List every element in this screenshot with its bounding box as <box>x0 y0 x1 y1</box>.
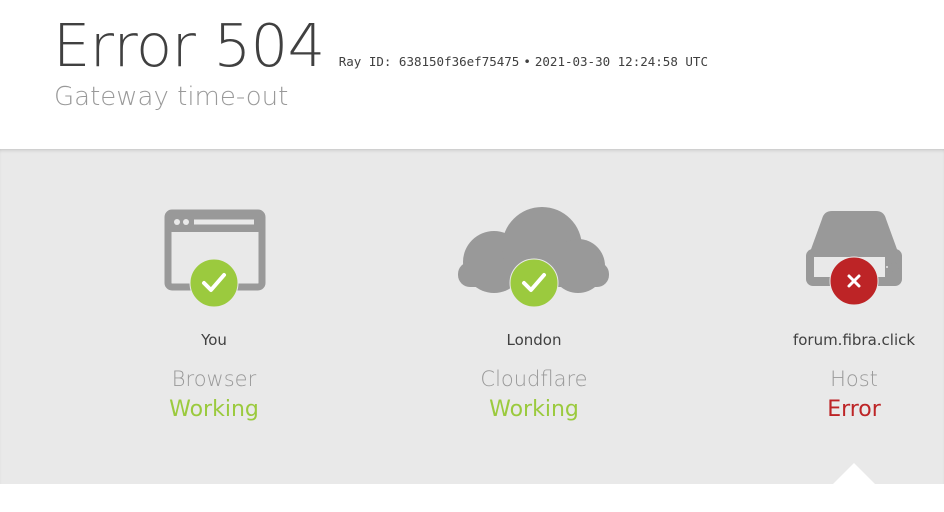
error-timestamp: 2021-03-30 12:24:58 UTC <box>534 54 708 69</box>
ray-id: Ray ID: 638150f36ef75475 <box>338 54 520 69</box>
cloudflare-node: London Cloudflare Working <box>414 149 654 484</box>
host-status: Error <box>827 397 881 422</box>
browser-label: Browser <box>171 367 257 391</box>
ray-separator: • <box>523 54 531 69</box>
server-icon <box>806 211 902 306</box>
browser-node: You Browser Working <box>94 149 334 484</box>
check-icon <box>189 258 239 308</box>
browser-icon <box>164 209 266 308</box>
browser-status-icon <box>94 204 334 314</box>
error-x-icon <box>829 256 879 306</box>
title-row: Error 504 Ray ID: 638150f36ef75475 • 2021-… <box>53 12 708 80</box>
host-status-icon <box>734 204 944 314</box>
browser-status: Working <box>169 397 259 422</box>
check-icon <box>509 258 559 308</box>
status-diagram: You Browser Working London Cloudflare Wo… <box>0 149 944 484</box>
cloud-icon <box>458 207 609 308</box>
footer-area <box>0 484 944 512</box>
error-title: Error 504 <box>53 11 325 80</box>
host-label: Host <box>830 367 878 391</box>
cloudflare-status: Working <box>489 397 579 422</box>
error-subtitle: Gateway time-out <box>54 82 289 112</box>
cloudflare-label: Cloudflare <box>480 367 588 391</box>
error-header: Error 504 Ray ID: 638150f36ef75475 • 2021-… <box>0 0 944 149</box>
cloudflare-status-icon <box>414 204 654 314</box>
cloudflare-location: London <box>506 331 562 349</box>
host-location: forum.fibra.click <box>792 331 916 349</box>
host-pointer-arrow <box>833 463 875 484</box>
host-node: forum.fibra.click Host Error <box>734 149 944 484</box>
ray-info: Ray ID: 638150f36ef75475 • 2021-03-30 12:2… <box>339 54 708 69</box>
browser-location: You <box>201 331 227 349</box>
